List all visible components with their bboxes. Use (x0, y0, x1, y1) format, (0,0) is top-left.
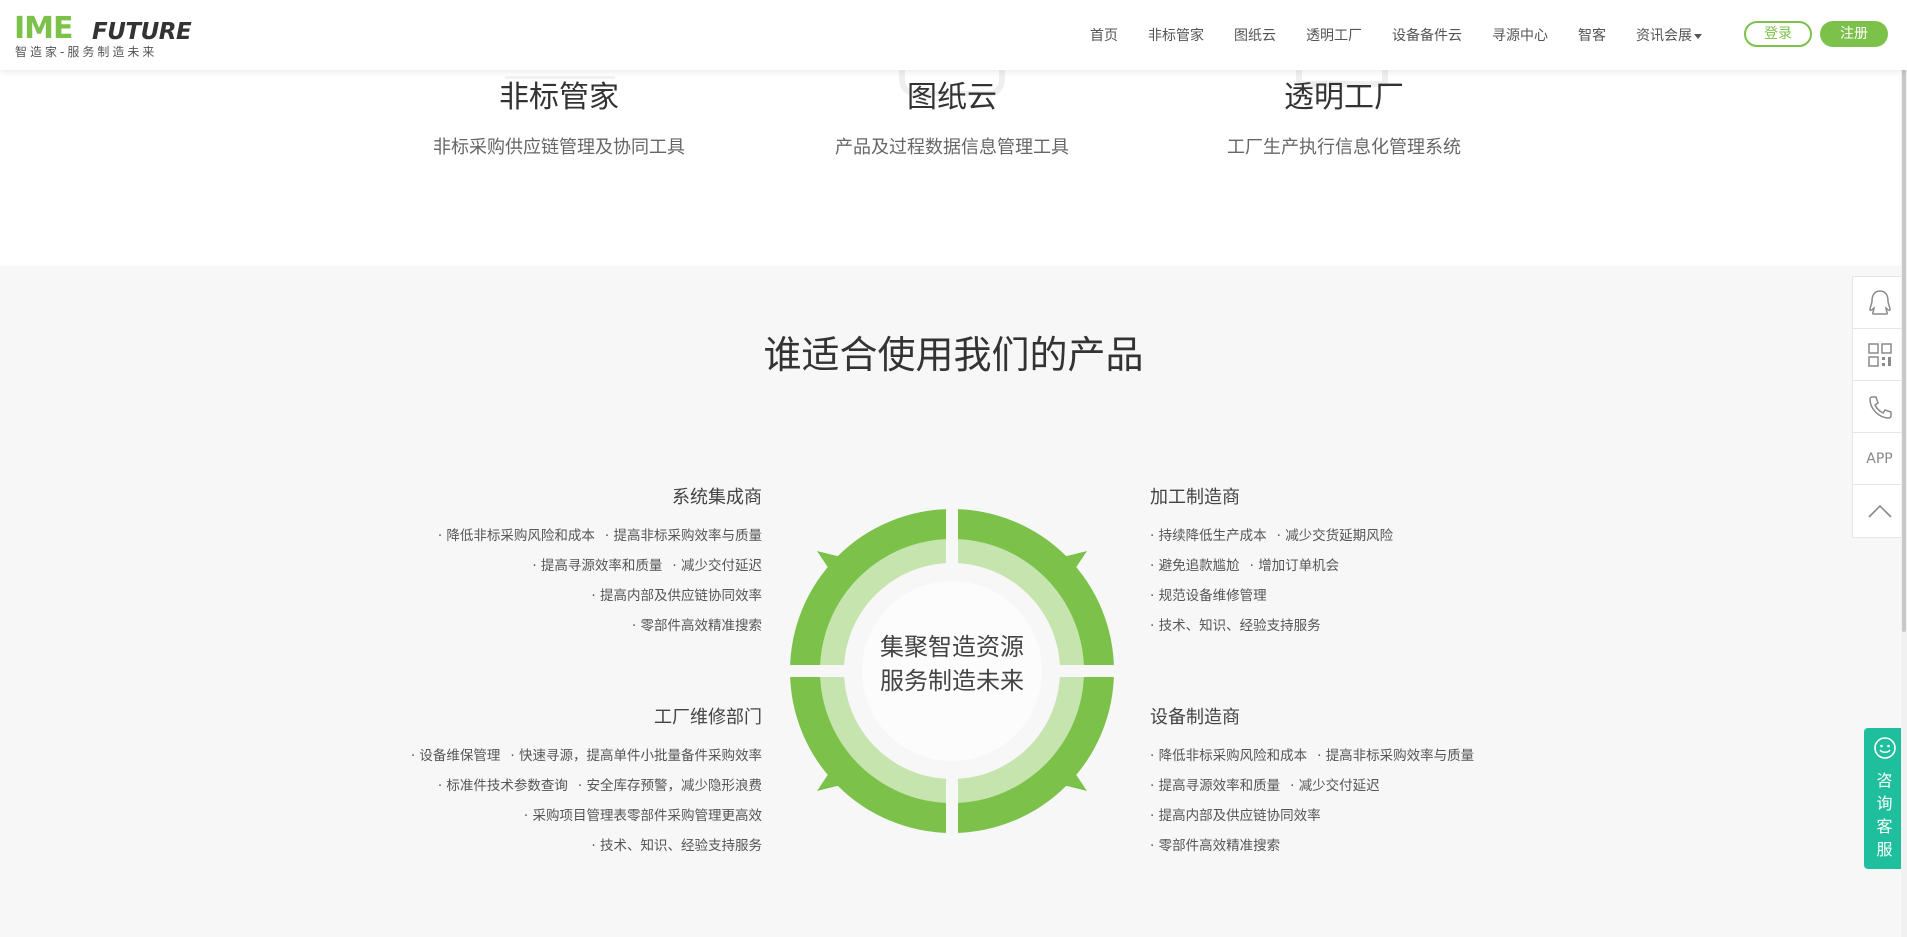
nav-item-home[interactable]: 首页 (1090, 25, 1118, 45)
product-desc: 非标采购供应链管理及协同工具 (433, 137, 685, 158)
center-slogan: 集聚智造资源 服务制造未来 (782, 630, 1122, 698)
nav-item-zhike[interactable]: 智客 (1578, 25, 1606, 45)
point-text: · 提高寻源效率和质量 (532, 558, 663, 574)
nav-item-news-label: 资讯会展 (1636, 28, 1692, 44)
register-button[interactable]: 注册 (1820, 21, 1888, 47)
qr-code-button[interactable] (1853, 329, 1906, 381)
point-text: · 提高非标采购效率与质量 (1317, 748, 1475, 764)
audience-group-maintenance: 工厂维修部门 · 设备维保管理 · 快速寻源，提高单件小批量备件采购效率 · 标准… (330, 706, 762, 861)
point-text: · 采购项目管理表零部件采购管理更高效 (523, 808, 762, 824)
point-text: · 提高非标采购效率与质量 (604, 528, 762, 544)
group-line: · 提高寻源效率和质量 · 减少交付延迟 (1150, 771, 1550, 801)
audience-group-equipment: 设备制造商 · 降低非标采购风险和成本 · 提高非标采购效率与质量 · 提高寻源效… (1150, 706, 1550, 861)
center-slogan-line-2: 服务制造未来 (880, 667, 1024, 695)
nav-item-sourcing[interactable]: 寻源中心 (1492, 25, 1548, 45)
point-text: · 标准件技术参数查询 (437, 778, 568, 794)
audience-group-integrators: 系统集成商 · 降低非标采购风险和成本 · 提高非标采购效率与质量 · 提高寻源效… (380, 486, 762, 641)
point-text: · 安全库存预警，减少隐形浪费 (577, 778, 762, 794)
product-card-nonstandard[interactable]: 非标管家 非标采购供应链管理及协同工具 (389, 70, 729, 163)
group-line: · 技术、知识、经验支持服务 (1150, 611, 1550, 641)
nav-item-nonstandard[interactable]: 非标管家 (1148, 25, 1204, 45)
audience-section: 谁适合使用我们的产品 系统集成商 · 降低非标采购风险和成本 · 提高非标采购效率… (0, 266, 1907, 937)
point-text: · 技术、知识、经验支持服务 (1150, 618, 1321, 634)
login-button[interactable]: 登录 (1744, 21, 1812, 47)
qq-icon (1868, 289, 1891, 315)
point-text: · 提高寻源效率和质量 (1150, 778, 1281, 794)
point-text: · 技术、知识、经验支持服务 (591, 838, 762, 854)
product-name: 透明工厂 (1284, 80, 1404, 115)
products-section: 非标管家 非标采购供应链管理及协同工具 图纸云 产品及过程数据信息管理工具 透明… (0, 17, 1907, 266)
point-text: · 零部件高效精准搜索 (631, 618, 762, 634)
nav-item-news-dropdown[interactable]: 资讯会展 (1636, 25, 1702, 45)
product-card-transparent-factory[interactable]: 透明工厂 工厂生产执行信息化管理系统 (1174, 70, 1514, 163)
point-text: · 规范设备维修管理 (1150, 588, 1267, 604)
group-line: · 提高寻源效率和质量 · 减少交付延迟 (380, 551, 762, 581)
logo-brand-sub: FUTURE (92, 19, 192, 45)
point-text: · 提高内部及供应链协同效率 (591, 588, 762, 604)
logo-brand-main: IME (14, 11, 74, 46)
site-logo[interactable]: IME FUTURE 智造家-服务制造未来 (14, 11, 204, 60)
point-text: · 持续降低生产成本 (1150, 528, 1267, 544)
point-text: · 降低非标采购风险和成本 (1150, 748, 1308, 764)
smiley-icon (1873, 737, 1896, 759)
point-text: · 减少交货延期风险 (1276, 528, 1394, 544)
group-line: · 技术、知识、经验支持服务 (330, 831, 762, 861)
app-download-button[interactable]: APP (1853, 433, 1906, 485)
site-header: IME FUTURE 智造家-服务制造未来 首页 非标管家 图纸云 透明工厂 设… (0, 0, 1907, 70)
point-text: · 零部件高效精准搜索 (1150, 838, 1281, 854)
chevron-down-icon (1694, 33, 1702, 39)
app-label: APP (1866, 450, 1893, 467)
point-text: · 减少交付延迟 (672, 558, 762, 574)
audience-group-processors: 加工制造商 · 持续降低生产成本 · 减少交货延期风险 · 避免追款尴尬 · 增加订… (1150, 486, 1550, 641)
point-text: · 快速寻源，提高单件小批量备件采购效率 (510, 748, 762, 764)
group-title: 系统集成商 (672, 487, 762, 508)
qq-contact-button[interactable] (1853, 277, 1906, 329)
phone-icon (1868, 395, 1892, 419)
group-title: 工厂维修部门 (654, 707, 762, 728)
point-text: · 增加订单机会 (1249, 558, 1340, 574)
group-line: · 持续降低生产成本 · 减少交货延期风险 (1150, 521, 1550, 551)
group-title: 设备制造商 (1150, 707, 1240, 728)
group-line: · 提高内部及供应链协同效率 (380, 581, 762, 611)
side-toolbar: APP (1852, 276, 1907, 538)
group-line: · 降低非标采购风险和成本 · 提高非标采购效率与质量 (380, 521, 762, 551)
group-line: · 零部件高效精准搜索 (380, 611, 762, 641)
page-scrollbar-thumb[interactable] (1902, 0, 1906, 632)
product-card-drawing-cloud[interactable]: 图纸云 产品及过程数据信息管理工具 (782, 70, 1122, 163)
point-text: · 设备维保管理 (410, 748, 501, 764)
group-title: 加工制造商 (1150, 487, 1240, 508)
back-to-top-button[interactable] (1853, 485, 1906, 537)
point-text: · 提高内部及供应链协同效率 (1150, 808, 1321, 824)
group-line: · 降低非标采购风险和成本 · 提高非标采购效率与质量 (1150, 741, 1550, 771)
section-title: 谁适合使用我们的产品 (763, 333, 1144, 377)
group-line: · 避免追款尴尬 · 增加订单机会 (1150, 551, 1550, 581)
group-line: · 采购项目管理表零部件采购管理更高效 (330, 801, 762, 831)
product-desc: 工厂生产执行信息化管理系统 (1227, 137, 1461, 158)
group-line: · 零部件高效精准搜索 (1150, 831, 1550, 861)
qr-code-icon (1867, 342, 1892, 367)
nav-item-spare-parts[interactable]: 设备备件云 (1392, 25, 1462, 45)
group-line: · 提高内部及供应链协同效率 (1150, 801, 1550, 831)
main-nav: 首页 非标管家 图纸云 透明工厂 设备备件云 寻源中心 智客 资讯会展 (1090, 24, 1702, 46)
consult-service-tab[interactable]: 咨询客服 (1864, 728, 1905, 869)
product-desc: 产品及过程数据信息管理工具 (835, 137, 1069, 158)
point-text: · 减少交付延迟 (1290, 778, 1380, 794)
center-slogan-line-1: 集聚智造资源 (880, 633, 1024, 661)
product-name: 图纸云 (907, 80, 997, 115)
consult-label: 咨询客服 (1876, 771, 1893, 859)
chevron-up-icon (1867, 504, 1892, 518)
product-name: 非标管家 (499, 80, 619, 115)
point-text: · 避免追款尴尬 (1150, 558, 1240, 574)
group-line: · 设备维保管理 · 快速寻源，提高单件小批量备件采购效率 (330, 741, 762, 771)
phone-button[interactable] (1853, 381, 1906, 433)
group-line: · 标准件技术参数查询 · 安全库存预警，减少隐形浪费 (330, 771, 762, 801)
nav-item-drawing-cloud[interactable]: 图纸云 (1234, 25, 1276, 45)
group-line: · 规范设备维修管理 (1150, 581, 1550, 611)
logo-slogan: 智造家-服务制造未来 (15, 45, 158, 59)
point-text: · 降低非标采购风险和成本 (437, 528, 595, 544)
nav-item-transparent-factory[interactable]: 透明工厂 (1306, 25, 1362, 45)
